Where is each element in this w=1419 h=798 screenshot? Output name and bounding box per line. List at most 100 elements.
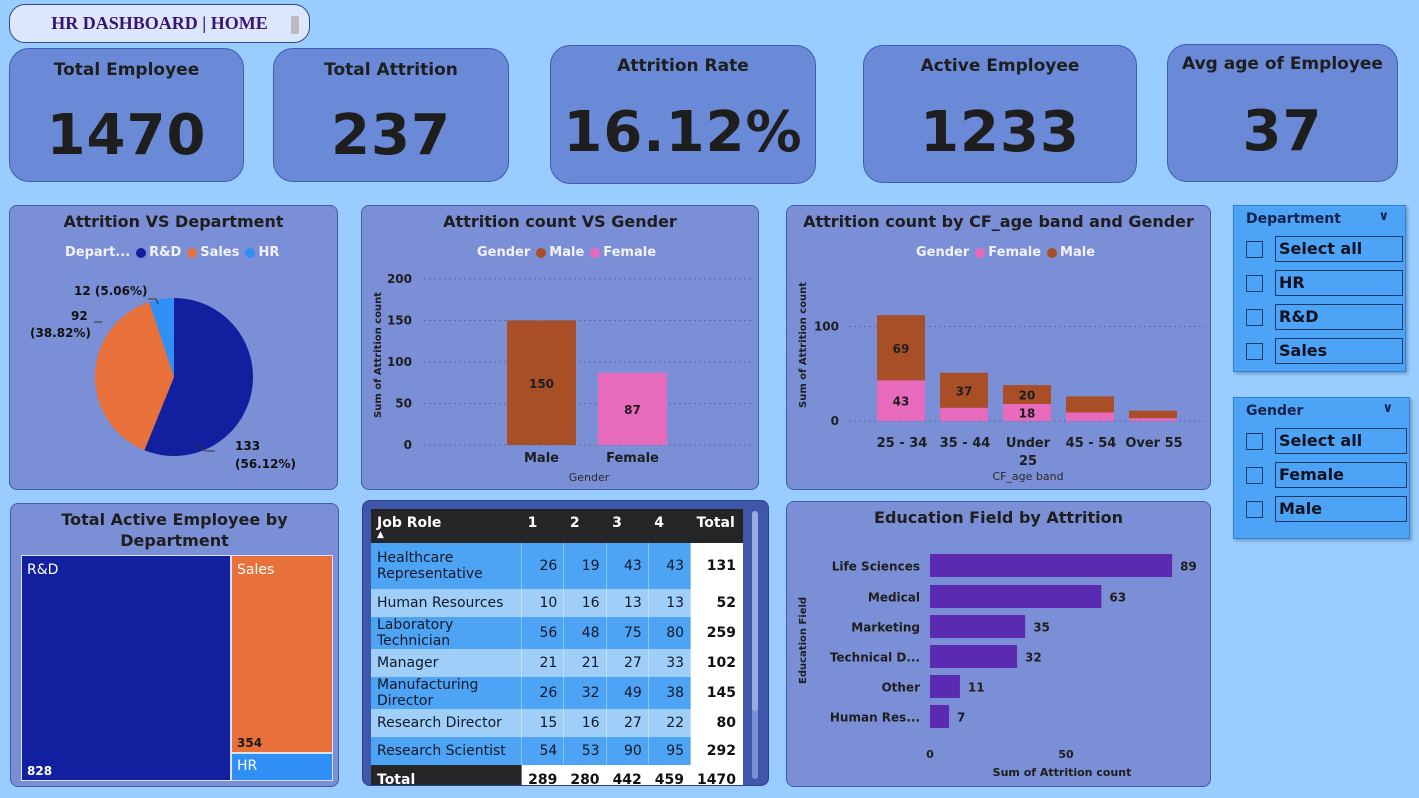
checkbox[interactable] <box>1246 308 1263 326</box>
table-row[interactable]: Manager 21 21 27 33 102 <box>371 649 743 677</box>
active-employee-treemap[interactable]: Total Active Employee by Department R&D 8… <box>10 503 339 787</box>
value-cell: 43 <box>606 543 649 589</box>
department-slicer[interactable]: Department ∨ Select all HR R&D Sales <box>1233 205 1406 372</box>
data-label: 7 <box>957 711 965 725</box>
table-row[interactable]: Healthcare Representative 26 19 43 43 131 <box>371 543 743 589</box>
data-label: 37 <box>956 384 973 398</box>
slicer-item-hr[interactable]: HR <box>1234 266 1405 300</box>
treemap-cell-hr[interactable]: HR <box>231 753 333 781</box>
slicer-item-select-all[interactable]: Select all <box>1234 424 1409 458</box>
treemap-cell-sales[interactable]: Sales 354 <box>231 555 333 753</box>
table-row[interactable]: Human Resources 10 16 13 13 52 <box>371 589 743 617</box>
x-axis-label: Gender <box>569 471 610 484</box>
education-bar-plot[interactable]: Life Sciences 89 Medical 63 Marketing 35 Techn… <box>787 502 1211 787</box>
checkbox[interactable] <box>1246 342 1263 360</box>
x-tick-label: 45 - 54 <box>1066 436 1117 451</box>
value-cell: 43 <box>648 543 692 589</box>
value-cell: 16 <box>563 709 607 737</box>
value-cell: 54 <box>521 737 565 765</box>
table-row[interactable]: Manufacturing Director 26 32 49 38 145 <box>371 677 743 709</box>
checkbox[interactable] <box>1246 240 1263 258</box>
home-button[interactable]: HR DASHBOARD | HOME <box>9 4 310 43</box>
job-role-cell: Human Resources <box>371 589 523 617</box>
column-header[interactable]: Total <box>690 509 743 543</box>
vertical-scrollbar[interactable] <box>752 511 758 779</box>
kpi-title: Attrition Rate <box>617 56 749 76</box>
slicer-item-select-all[interactable]: Select all <box>1234 232 1405 266</box>
bar-lifesciences <box>930 554 1173 577</box>
table-row[interactable]: Research Scientist 54 53 90 95 292 <box>371 737 743 765</box>
checkbox[interactable] <box>1246 466 1263 484</box>
data-label: 43 <box>893 395 910 409</box>
treemap-value: 354 <box>237 736 263 750</box>
column-header[interactable]: 2 <box>563 509 607 543</box>
slicer-item-female[interactable]: Female <box>1234 458 1409 492</box>
value-cell: 80 <box>648 617 692 649</box>
checkbox[interactable] <box>1246 500 1263 518</box>
bar-female <box>1129 418 1177 421</box>
slicer-item-sales[interactable]: Sales <box>1234 334 1405 368</box>
treemap-cell-rd[interactable]: R&D 828 <box>21 555 231 781</box>
value-cell: 16 <box>563 589 607 617</box>
matrix-table: Job Role ▲ 1 2 3 4 Total Healthcare Repre… <box>371 509 743 785</box>
checkbox[interactable] <box>1246 432 1263 450</box>
kpi-title: Total Attrition <box>324 60 458 80</box>
x-tick-label: Female <box>606 451 659 466</box>
value-cell: 75 <box>606 617 649 649</box>
pie-label-sales-value: 92 <box>71 309 88 323</box>
value-cell: 15 <box>521 709 565 737</box>
chevron-down-icon[interactable]: ∨ <box>1382 401 1393 416</box>
y-tick-label: Marketing <box>851 621 920 635</box>
table-row[interactable]: Laboratory Technician 56 48 75 80 259 <box>371 617 743 649</box>
column-header[interactable]: 4 <box>648 509 691 543</box>
value-cell: 10 <box>521 589 565 617</box>
y-tick-label: Other <box>881 681 920 695</box>
x-tick-label: 35 - 44 <box>940 436 991 451</box>
value-cell: 145 <box>690 677 743 709</box>
kpi-value: 16.12% <box>563 100 803 165</box>
slicer-item-rd[interactable]: R&D <box>1234 300 1405 334</box>
attrition-by-age-band-chart[interactable]: Attrition count by CF_age band and Gende… <box>786 205 1211 490</box>
table-row[interactable]: Research Director 15 16 27 22 80 <box>371 709 743 737</box>
x-tick-label: Male <box>524 451 559 466</box>
kpi-value: 1233 <box>920 100 1080 165</box>
x-axis-label: Sum of Attrition count <box>993 766 1132 779</box>
kpi-title: Active Employee <box>920 56 1080 76</box>
age-band-bar-plot[interactable]: 100 0 43 69 37 18 20 25 - 34 35 - 44 Under 25… <box>787 206 1211 490</box>
bar-female <box>1066 412 1114 421</box>
total-cell: 442 <box>606 765 649 785</box>
value-cell: 102 <box>690 649 743 677</box>
treemap-value: 828 <box>27 764 53 778</box>
pie-chart[interactable]: 12 (5.06%) 92 (38.82%) 133 (56.12%) <box>10 206 338 490</box>
kpi-avg-age: Avg age of Employee 37 <box>1167 44 1398 182</box>
attrition-vs-department-chart[interactable]: Attrition VS Department Depart... R&D Sa… <box>9 205 338 490</box>
gender-slicer[interactable]: Gender ∨ Select all Female Male <box>1233 397 1410 539</box>
data-label: 32 <box>1025 651 1042 665</box>
value-cell: 38 <box>648 677 692 709</box>
y-axis-label: Education Field <box>798 597 809 684</box>
column-header-job-role[interactable]: Job Role ▲ <box>371 509 522 543</box>
data-label: 20 <box>1019 389 1036 403</box>
treemap-label: Sales <box>237 562 275 578</box>
education-field-chart[interactable]: Education Field by Attrition Life Scienc… <box>786 501 1211 787</box>
job-role-table[interactable]: Job Role ▲ 1 2 3 4 Total Healthcare Repre… <box>362 500 769 786</box>
job-role-cell: Manufacturing Director <box>371 677 523 709</box>
total-cell: 459 <box>648 765 692 785</box>
column-header[interactable]: 1 <box>521 509 564 543</box>
treemap-label: R&D <box>27 562 59 578</box>
table-header-row: Job Role ▲ 1 2 3 4 Total <box>371 509 743 543</box>
value-cell: 27 <box>606 649 649 677</box>
kpi-title: Total Employee <box>53 60 200 80</box>
slicer-header: Department ∨ <box>1246 209 1389 227</box>
slicer-item-male[interactable]: Male <box>1234 492 1409 526</box>
treemap-area: R&D 828 Sales 354 HR <box>21 555 333 781</box>
data-label: 150 <box>529 377 554 391</box>
column-header[interactable]: 3 <box>606 509 649 543</box>
bar-technicald <box>930 645 1018 668</box>
chevron-down-icon[interactable]: ∨ <box>1378 209 1389 224</box>
job-role-cell: Research Scientist <box>371 737 523 765</box>
gender-bar-plot[interactable]: 200 150 100 50 0 150 Male 87 Female Sum of Attr… <box>362 206 759 490</box>
attrition-vs-gender-chart[interactable]: Attrition count VS Gender Gender Male Fe… <box>361 205 759 490</box>
data-label: 35 <box>1033 621 1050 635</box>
checkbox[interactable] <box>1246 274 1263 292</box>
